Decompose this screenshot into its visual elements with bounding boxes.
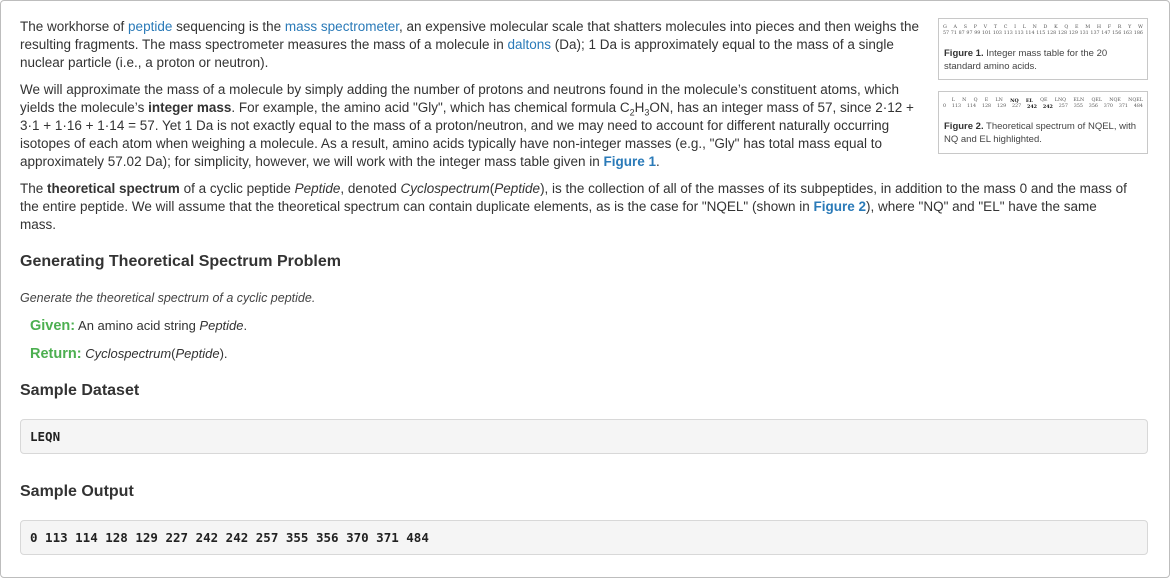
- figure-cell: 101: [981, 31, 992, 36]
- sample-output-title: Sample Output: [20, 483, 134, 500]
- figure-cell: 137: [1090, 31, 1100, 36]
- figure-cell: N: [962, 98, 967, 103]
- text: The: [20, 181, 48, 196]
- link-peptide[interactable]: peptide: [128, 19, 172, 34]
- figure-cell: 242: [1042, 104, 1053, 110]
- figure-cell: 163: [1122, 31, 1133, 36]
- problem-title: Generating Theoretical Spectrum Problem: [20, 253, 341, 270]
- figure-cell: 484: [1133, 104, 1143, 109]
- given-line: Given: An amino acid string Peptide.: [30, 317, 1150, 335]
- figure-2-caption: Figure 2. Theoretical spectrum of NQEL, …: [939, 120, 1147, 146]
- return-line: Return: Cyclospectrum(Peptide).: [30, 345, 1150, 363]
- figure-cell: 356: [1088, 104, 1098, 109]
- italic-term: Peptide: [294, 181, 341, 196]
- figure-cell: 99: [974, 31, 981, 36]
- link-figure-2[interactable]: Figure 2: [814, 199, 867, 214]
- figure-cell: 71: [950, 31, 957, 36]
- figure-cell: 147: [1101, 31, 1111, 36]
- italic-term: Peptide: [175, 346, 220, 361]
- intro-paragraph-2: We will approximate the mass of a molecu…: [20, 81, 920, 171]
- figure-cell: 242: [1027, 104, 1038, 110]
- figure-cell: 114: [966, 104, 977, 109]
- figure-cell: 103: [992, 31, 1002, 36]
- text: of a cyclic peptide: [179, 181, 295, 196]
- figure-cell: 114: [1025, 31, 1035, 36]
- figure-1-mass-row: 57 71 87 97 99 101 103 113 113 114 115 128 128 129 131…: [939, 31, 1147, 37]
- sample-output-box[interactable]: 0 113 114 128 129 227 242 242 257 355 35…: [20, 520, 1148, 555]
- figure-cell: 97: [966, 31, 973, 36]
- caption-label: Figure 1.: [944, 48, 984, 59]
- italic-term: Cyclospectrum: [85, 346, 172, 361]
- figure-cell: 57: [943, 31, 950, 36]
- figure-1-caption: Figure 1. Integer mass table for the 20 …: [939, 47, 1147, 73]
- figure-cell: 370: [1103, 104, 1113, 109]
- figure-cell: 115: [1036, 31, 1046, 36]
- caption-label: Figure 2.: [944, 121, 984, 132]
- figure-cell: 355: [1073, 104, 1083, 109]
- text: The workhorse of: [20, 19, 129, 34]
- figure-cell: 113: [951, 104, 962, 109]
- sample-dataset-title: Sample Dataset: [20, 382, 140, 399]
- return-label: Return:: [30, 346, 82, 362]
- figure-2[interactable]: L N Q E LN NQ EL QE LNQ ELN QEL NQE NQEL 0 113 114 128 1…: [938, 91, 1148, 154]
- italic-term: Peptide: [494, 181, 541, 196]
- text: H: [634, 100, 645, 115]
- figure-cell: 128: [1057, 31, 1068, 36]
- link-figure-1[interactable]: Figure 1: [604, 154, 657, 169]
- problem-lead: Generate the theoretical spectrum of a c…: [20, 291, 316, 305]
- sample-dataset-box[interactable]: LEQN: [20, 419, 1148, 454]
- text: .: [243, 318, 248, 333]
- link-mass-spectrometer[interactable]: mass spectrometer: [285, 19, 399, 34]
- figure-cell: 0: [943, 104, 947, 109]
- text: ).: [219, 346, 228, 361]
- figure-cell: 257: [1058, 104, 1068, 109]
- figure-cell: 129: [996, 104, 1007, 109]
- italic-term: Peptide: [199, 318, 244, 333]
- figure-cell: 87: [958, 31, 965, 36]
- figure-cell: 113: [1014, 31, 1024, 36]
- figure-cell: 128: [981, 104, 992, 109]
- text: .: [656, 154, 660, 169]
- figure-cell: 371: [1118, 104, 1128, 109]
- text: . For example, the amino acid "Gly", whi…: [231, 100, 630, 115]
- figure-cell: 128: [1047, 31, 1057, 36]
- term-integer-mass: integer mass: [148, 100, 232, 115]
- text: sequencing is the: [172, 19, 285, 34]
- term-theoretical-spectrum: theoretical spectrum: [47, 181, 180, 196]
- italic-term: Cyclospectrum: [400, 181, 490, 196]
- figure-cell: 131: [1079, 31, 1089, 36]
- figure-cell: 186: [1133, 31, 1143, 36]
- figure-cell: 156: [1112, 31, 1122, 36]
- intro-paragraph-1: The workhorse of peptide sequencing is t…: [20, 18, 920, 72]
- figure-2-mass-row: 0 113 114 128 129 227 242 242 257 355 356 370 371 484: [939, 104, 1147, 110]
- text: , denoted: [340, 181, 401, 196]
- figure-cell: 227: [1011, 104, 1022, 109]
- given-label: Given:: [30, 318, 76, 334]
- figure-cell: 113: [1003, 31, 1013, 36]
- intro-paragraph-3: The theoretical spectrum of a cyclic pep…: [20, 180, 1130, 234]
- figure-cell: 129: [1068, 31, 1078, 36]
- link-daltons[interactable]: daltons: [507, 37, 551, 52]
- text: An amino acid string: [75, 318, 200, 333]
- figure-1[interactable]: GASPVTCILNDKQEMHFRYW 57 71 87 97 99 101 103 113…: [938, 18, 1148, 80]
